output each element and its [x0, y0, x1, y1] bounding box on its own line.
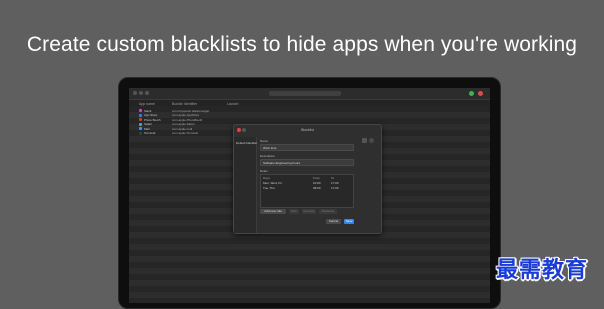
rule-to: 17:00 [331, 186, 339, 190]
th-days: Days [263, 176, 270, 180]
app-bundle-id: com.apple.mail [172, 126, 193, 131]
app-icon [139, 109, 142, 112]
app-name: Mail [144, 126, 150, 131]
app-bundle-id: com.apple.Terminal [172, 131, 199, 135]
blacklist-sheet: Blacklist Default blacklist Name Work ti… [233, 124, 382, 234]
blacklist-sidebar: Default blacklist [234, 137, 257, 233]
clock-icon [369, 138, 374, 143]
sidebar-item-default[interactable]: Default blacklist [236, 141, 257, 145]
app-icon [139, 122, 142, 126]
watermark-logo: 最需教育 [495, 258, 588, 283]
table-row[interactable]: Photo Booth com.apple.PhotoBooth [139, 118, 259, 122]
app-bundle-id: com.apple.PhotoBooth [172, 117, 203, 122]
enable-toggle-icon[interactable] [469, 91, 474, 96]
remove-rule-button[interactable]: Remove [302, 209, 316, 214]
app-bundle-id: com.tinyspeck.slackmacgap [172, 108, 210, 113]
sheet-title: Blacklist [301, 128, 314, 132]
edit-rule-button[interactable]: Edit [289, 209, 299, 214]
save-button[interactable]: Save [344, 219, 354, 224]
app-window: App name Bundle Identifier Launch Slack c… [129, 88, 490, 303]
add-rule-button[interactable]: Add new rule [260, 209, 286, 214]
app-name: App Store [144, 113, 158, 117]
app-name: Safari [144, 122, 152, 126]
app-name: Photo Booth [144, 117, 161, 122]
rule-days: Tue, Thu [263, 186, 275, 190]
rule-days: Mon, Wed, Fri [263, 181, 282, 185]
app-icon [139, 127, 142, 130]
rules-label: Rules [260, 169, 268, 173]
description-field[interactable]: Software Engineering hours [260, 159, 354, 166]
rule-from: 09:00 [313, 186, 321, 190]
close-window-button[interactable] [133, 91, 137, 95]
minimize-window-button[interactable] [139, 91, 143, 95]
name-field[interactable]: Work time [260, 144, 354, 151]
description-value: Software Engineering hours [263, 160, 301, 165]
app-bundle-id: com.apple.AppStore [172, 113, 200, 117]
laptop-frame: App name Bundle Identifier Launch Slack c… [118, 77, 501, 309]
duplicate-rule-button[interactable]: Duplicate [319, 209, 337, 214]
rules-table: Days From To Mon, Wed, Fri 10:00 17:00 Tue,… [260, 174, 354, 208]
app-name: Slack [144, 108, 152, 113]
cancel-button[interactable]: Cancel [326, 219, 341, 224]
app-name: Terminal [144, 131, 156, 135]
app-icon [139, 131, 142, 135]
th-to: To [331, 176, 335, 180]
rule-to: 17:00 [331, 181, 339, 185]
disable-toggle-icon[interactable] [478, 91, 483, 96]
zoom-window-button[interactable] [145, 91, 149, 95]
app-toolbar [129, 88, 490, 100]
search-field[interactable] [269, 91, 341, 96]
column-app-name[interactable]: App name [139, 102, 155, 106]
column-bundle-id[interactable]: Bundle Identifier [172, 102, 197, 106]
name-value: Work time [263, 145, 277, 150]
app-bundle-id: com.apple.Safari [172, 122, 195, 126]
column-launch[interactable]: Launch [227, 102, 238, 106]
th-from: From [313, 176, 320, 180]
app-icon [139, 113, 142, 117]
headline: Create custom blacklists to hide apps wh… [26, 33, 578, 56]
app-icon [139, 118, 142, 121]
name-label: Name [260, 139, 269, 143]
rule-from: 10:00 [313, 181, 321, 185]
blacklist-icon [362, 138, 367, 143]
description-label: Description [260, 154, 276, 158]
